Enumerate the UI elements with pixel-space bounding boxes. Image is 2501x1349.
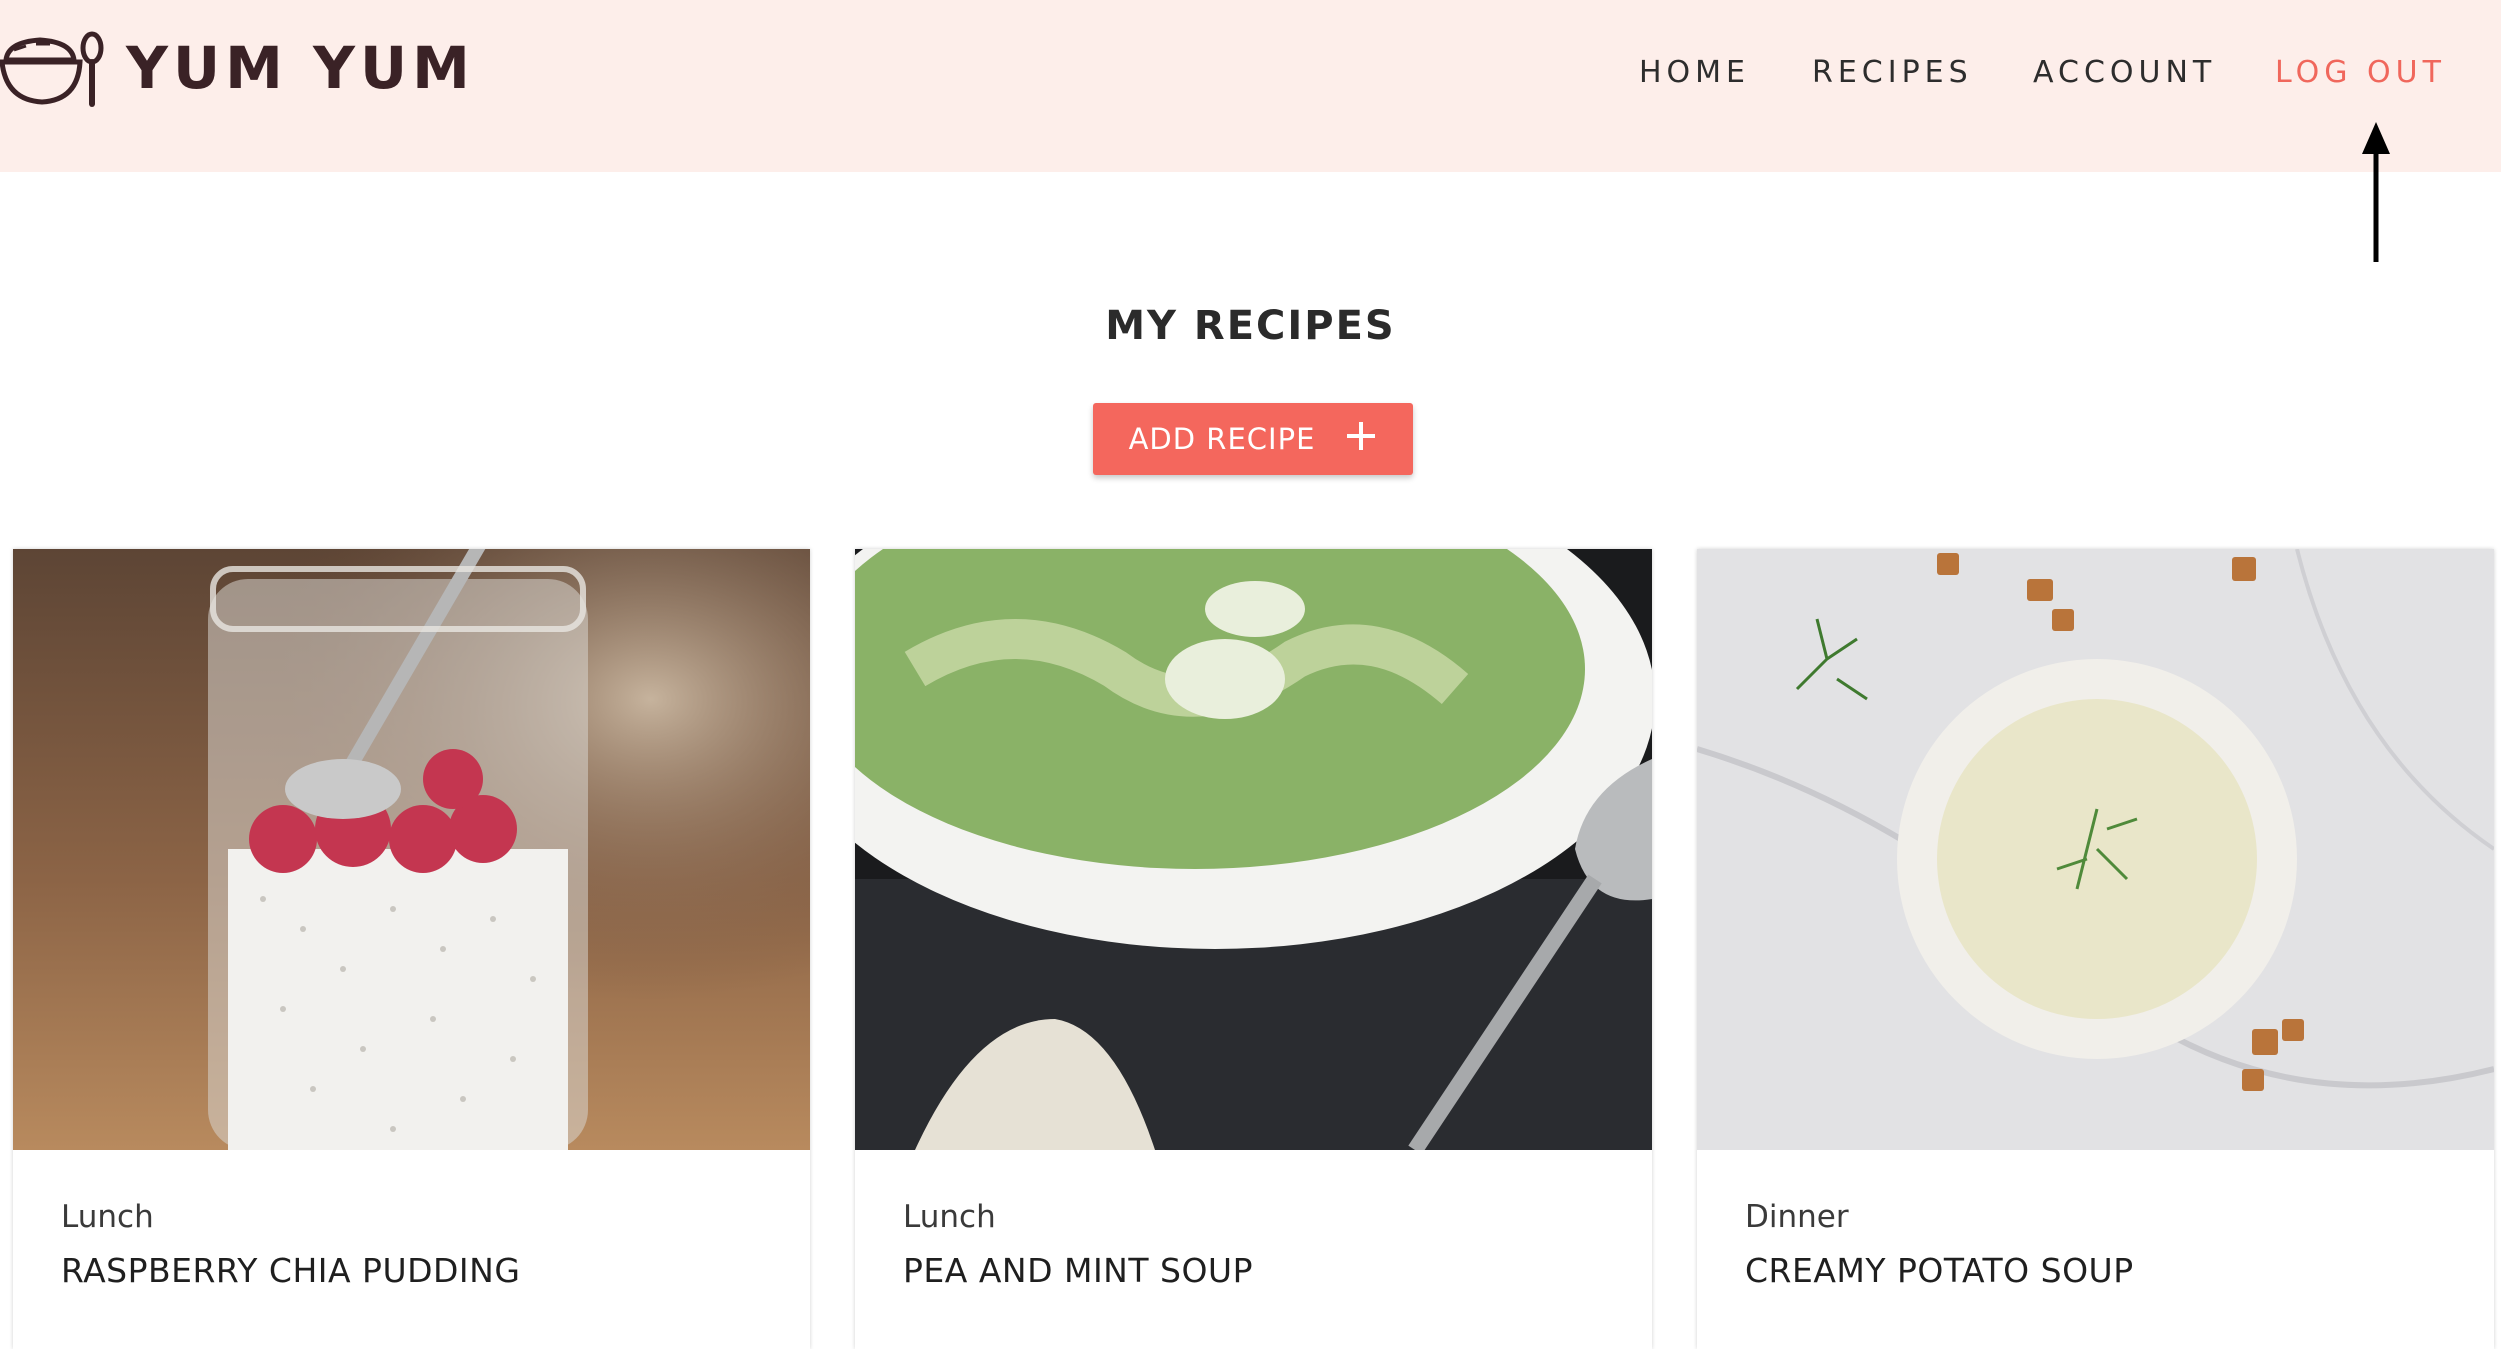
- recipe-category: Lunch: [61, 1199, 154, 1235]
- nav-recipes-link[interactable]: RECIPES: [1812, 50, 1987, 96]
- recipe-title[interactable]: PEA AND MINT SOUP: [903, 1251, 1253, 1291]
- nav-home-link[interactable]: HOME: [1639, 50, 1795, 96]
- nav-logout-link[interactable]: LOG OUT: [2275, 50, 2450, 96]
- add-recipe-label: ADD RECIPE: [1128, 422, 1316, 456]
- recipe-category: Lunch: [903, 1199, 996, 1235]
- main-nav: HOME RECIPES ACCOUNT LOG OUT: [0, 50, 2501, 96]
- recipe-title[interactable]: RASPBERRY CHIA PUDDING: [61, 1251, 520, 1291]
- top-navbar: YUM YUM HOME RECIPES ACCOUNT LOG OUT: [0, 0, 2501, 172]
- page-title: MY RECIPES: [1105, 303, 1396, 349]
- recipe-card[interactable]: Lunch RASPBERRY CHIA PUDDING: [13, 549, 810, 1349]
- recipe-card[interactable]: Dinner CREAMY POTATO SOUP: [1697, 549, 2494, 1349]
- plus-icon: [1345, 420, 1377, 459]
- recipe-title[interactable]: CREAMY POTATO SOUP: [1745, 1251, 2134, 1291]
- nav-account-link[interactable]: ACCOUNT: [2033, 50, 2217, 96]
- arrow-up-annotation-icon: [2358, 120, 2394, 270]
- recipe-card[interactable]: Lunch PEA AND MINT SOUP: [855, 549, 1652, 1349]
- chia-pudding-jar-photo: [13, 549, 810, 1150]
- green-soup-bowl-photo: [855, 549, 1652, 1150]
- potato-soup-bowl-photo: [1697, 549, 2494, 1150]
- add-recipe-button[interactable]: ADD RECIPE: [1093, 403, 1413, 475]
- recipe-category: Dinner: [1745, 1199, 1849, 1235]
